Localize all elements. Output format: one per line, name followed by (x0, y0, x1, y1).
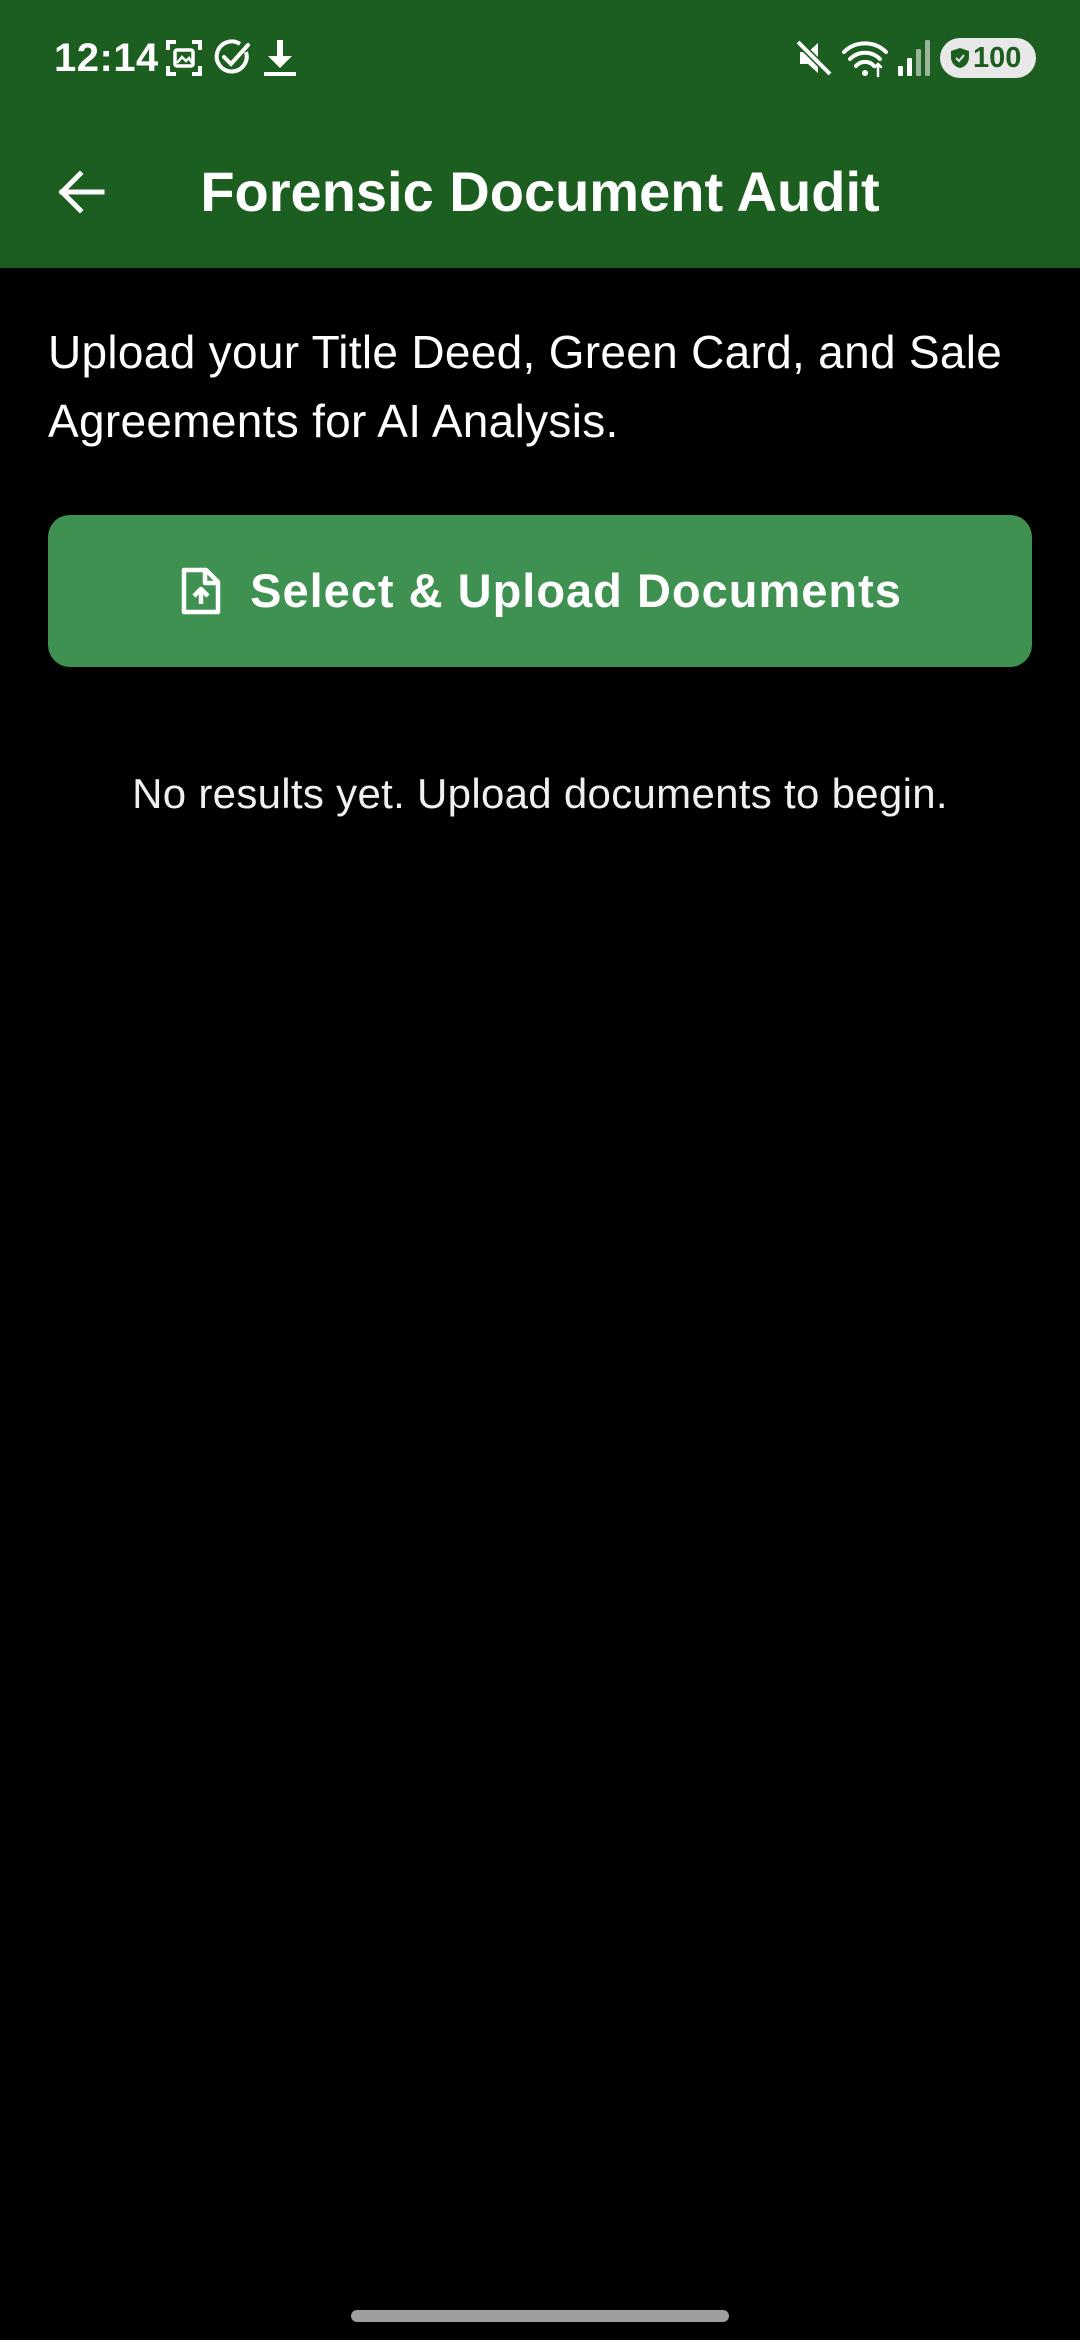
battery-indicator: 100 (940, 38, 1036, 78)
app-header: 12:14 100 Forensic Document Audit (0, 0, 1080, 268)
app-bar: Forensic Document Audit (0, 116, 1080, 268)
battery-level: 100 (973, 42, 1022, 74)
wifi-icon (842, 41, 888, 78)
upload-button-content: Select & Upload Documents (48, 515, 1032, 667)
check-circle-icon (214, 39, 250, 74)
status-time: 12:14 (54, 36, 159, 80)
intro-text: Upload your Title Deed, Green Card, and … (48, 326, 1003, 447)
signal-icon (898, 40, 930, 76)
page-title: Forensic Document Audit (200, 160, 880, 223)
select-upload-documents-button[interactable]: Select & Upload Documents (48, 515, 1032, 667)
status-bar: 12:14 100 (0, 0, 1080, 116)
download-icon (264, 40, 296, 76)
file-upload-icon (181, 567, 221, 615)
upload-button-label: Select & Upload Documents (250, 564, 902, 617)
empty-state-text: No results yet. Upload documents to begi… (132, 770, 948, 817)
screenshot-icon (166, 40, 202, 76)
mute-icon (795, 39, 833, 77)
home-indicator[interactable] (351, 2310, 729, 2322)
battery-shield-icon (951, 48, 969, 68)
